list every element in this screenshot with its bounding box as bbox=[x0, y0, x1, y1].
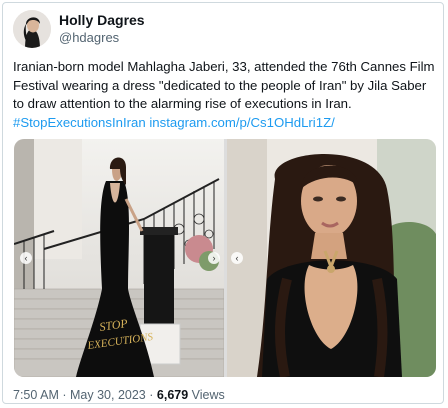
tweet-card: Holly Dagres @hdagres Iranian-born model… bbox=[2, 2, 444, 404]
tweet-body: Iranian-born model Mahlagha Jaberi, 33, … bbox=[13, 59, 435, 111]
gallery-prev-right-button[interactable]: ‹ bbox=[231, 252, 243, 264]
staircase-photo-image: STOP EXECUTIONS bbox=[14, 139, 225, 377]
instagram-link[interactable]: instagram.com/p/Cs1OHdLri1Z/ bbox=[149, 115, 334, 130]
views-count: 6,679 bbox=[156, 388, 189, 402]
display-name[interactable]: Holly Dagres bbox=[59, 12, 145, 28]
user-handle[interactable]: @hdagres bbox=[59, 30, 119, 45]
views-label: Views bbox=[191, 388, 225, 402]
closeup-photo-image bbox=[227, 139, 436, 377]
photo-closeup[interactable]: ‹ bbox=[227, 139, 436, 377]
avatar-image bbox=[13, 10, 51, 48]
media-gallery[interactable]: STOP EXECUTIONS ‹ › ‹ bbox=[14, 139, 436, 377]
tweet-text: Iranian-born model Mahlagha Jaberi, 33, … bbox=[13, 58, 439, 132]
photo-staircase[interactable]: STOP EXECUTIONS ‹ › bbox=[14, 139, 225, 377]
tweet-date[interactable]: May 30, 2023 bbox=[70, 388, 146, 402]
hashtag-link[interactable]: #StopExecutionsInIran bbox=[13, 115, 146, 130]
meta-separator: · bbox=[62, 388, 67, 402]
gallery-next-left-button[interactable]: › bbox=[208, 252, 220, 264]
gallery-prev-left-button[interactable]: ‹ bbox=[20, 252, 32, 264]
tweet-time[interactable]: 7:50 AM bbox=[13, 388, 59, 402]
meta-separator-2: · bbox=[149, 388, 154, 402]
avatar[interactable] bbox=[13, 10, 51, 48]
tweet-meta: 7:50 AM · May 30, 2023 · 6,679 Views bbox=[13, 388, 225, 402]
